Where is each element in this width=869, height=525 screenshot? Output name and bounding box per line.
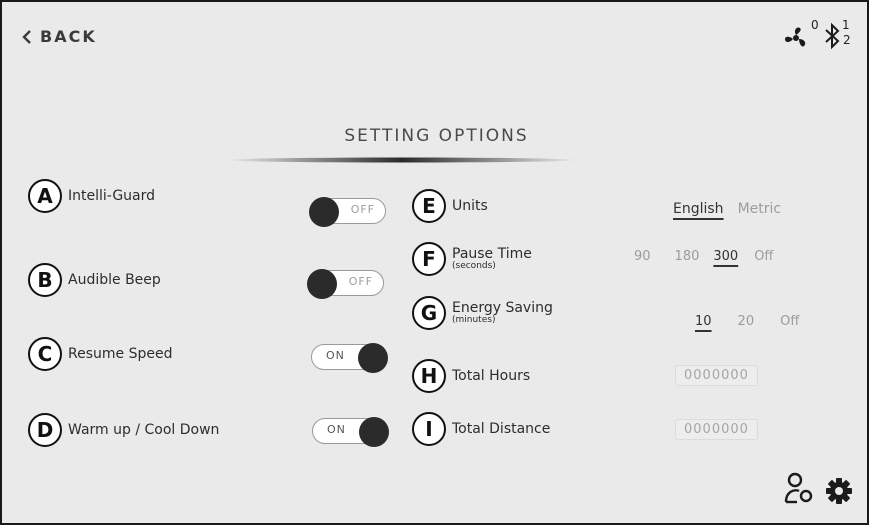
marker-h: H — [412, 359, 446, 393]
status-bar: 0 1 2 — [781, 16, 857, 50]
energy-saving-label-group: Energy Saving (minutes) — [452, 301, 553, 325]
settings-screen: BACK 0 1 2 SETTING OPTIONS A Intelli-Gua… — [0, 0, 869, 525]
warm-up-cool-down-label: Warm up / Cool Down — [68, 422, 220, 438]
pause-time-label-group: Pause Time (seconds) — [452, 247, 532, 271]
warm-up-cool-down-toggle[interactable]: ON — [312, 417, 389, 447]
resume-speed-toggle[interactable]: ON — [311, 343, 388, 373]
total-hours-label: Total Hours — [452, 368, 531, 384]
marker-d: D — [28, 413, 62, 447]
energy-saving-label: Energy Saving — [452, 300, 553, 316]
setting-total-distance: I Total Distance — [412, 412, 550, 446]
setting-warm-up-cool-down: D Warm up / Cool Down — [28, 413, 219, 447]
toggle-state: ON — [327, 423, 346, 436]
bluetooth-status: 1 2 — [823, 16, 857, 50]
page-title: SETTING OPTIONS — [344, 126, 529, 146]
energy-saving-options: 10 20 Off — [695, 314, 799, 329]
bluetooth-icon — [825, 22, 840, 50]
marker-f: F — [412, 242, 446, 276]
audible-beep-toggle[interactable]: OFF — [307, 269, 384, 299]
bt-count-top: 1 — [842, 18, 850, 32]
total-hours-value: 0000000 — [675, 365, 758, 386]
setting-energy-saving: G Energy Saving (minutes) — [412, 296, 553, 330]
setting-pause-time: F Pause Time (seconds) — [412, 242, 532, 276]
setting-total-hours: H Total Hours — [412, 359, 530, 393]
marker-a: A — [28, 179, 62, 213]
marker-c: C — [28, 337, 62, 371]
energy-saving-option-10[interactable]: 10 — [695, 314, 712, 329]
fan-count: 0 — [811, 18, 819, 32]
intelli-guard-label: Intelli-Guard — [68, 188, 156, 204]
total-distance-value: 0000000 — [675, 419, 758, 440]
title-underline — [227, 157, 577, 163]
fan-icon — [785, 27, 806, 47]
setting-units: E Units — [412, 189, 488, 223]
units-option-english[interactable]: English — [673, 201, 724, 217]
pause-time-label: Pause Time — [452, 246, 532, 262]
energy-saving-option-off[interactable]: Off — [780, 314, 799, 329]
gear-icon[interactable] — [825, 477, 853, 509]
chevron-left-icon — [22, 29, 32, 44]
toggle-state: OFF — [348, 275, 373, 288]
back-label: BACK — [40, 27, 97, 46]
toggle-knob — [309, 197, 339, 227]
intelli-guard-toggle[interactable]: OFF — [309, 197, 386, 227]
toggle-state: ON — [326, 349, 345, 362]
marker-b: B — [28, 263, 62, 297]
pause-time-option-180[interactable]: 180 — [675, 249, 700, 264]
pause-time-options: 90 180 300 Off — [634, 249, 773, 264]
resume-speed-label: Resume Speed — [68, 346, 173, 362]
pause-time-unit: (seconds) — [452, 261, 496, 271]
setting-resume-speed: C Resume Speed — [28, 337, 172, 371]
bottom-toolbar — [783, 471, 853, 509]
marker-e: E — [412, 189, 446, 223]
pause-time-option-90[interactable]: 90 — [634, 249, 651, 264]
units-label: Units — [452, 198, 488, 214]
toggle-knob — [307, 269, 337, 299]
setting-intelli-guard: A Intelli-Guard — [28, 179, 155, 213]
setting-audible-beep: B Audible Beep — [28, 263, 161, 297]
pause-time-option-off[interactable]: Off — [754, 249, 773, 264]
user-icon[interactable] — [783, 471, 815, 509]
marker-i: I — [412, 412, 446, 446]
toggle-knob — [359, 417, 389, 447]
pause-time-option-300[interactable]: 300 — [713, 249, 738, 264]
energy-saving-unit: (minutes) — [452, 315, 496, 325]
units-option-metric[interactable]: Metric — [738, 201, 782, 217]
toggle-state: OFF — [350, 203, 375, 216]
fan-status: 0 — [781, 16, 819, 50]
energy-saving-option-20[interactable]: 20 — [738, 314, 755, 329]
back-button[interactable]: BACK — [22, 27, 97, 46]
total-distance-label: Total Distance — [452, 421, 551, 437]
audible-beep-label: Audible Beep — [68, 272, 161, 288]
bt-count-bottom: 2 — [843, 33, 851, 47]
marker-g: G — [412, 296, 446, 330]
toggle-knob — [358, 343, 388, 373]
units-options: English Metric — [673, 201, 781, 217]
